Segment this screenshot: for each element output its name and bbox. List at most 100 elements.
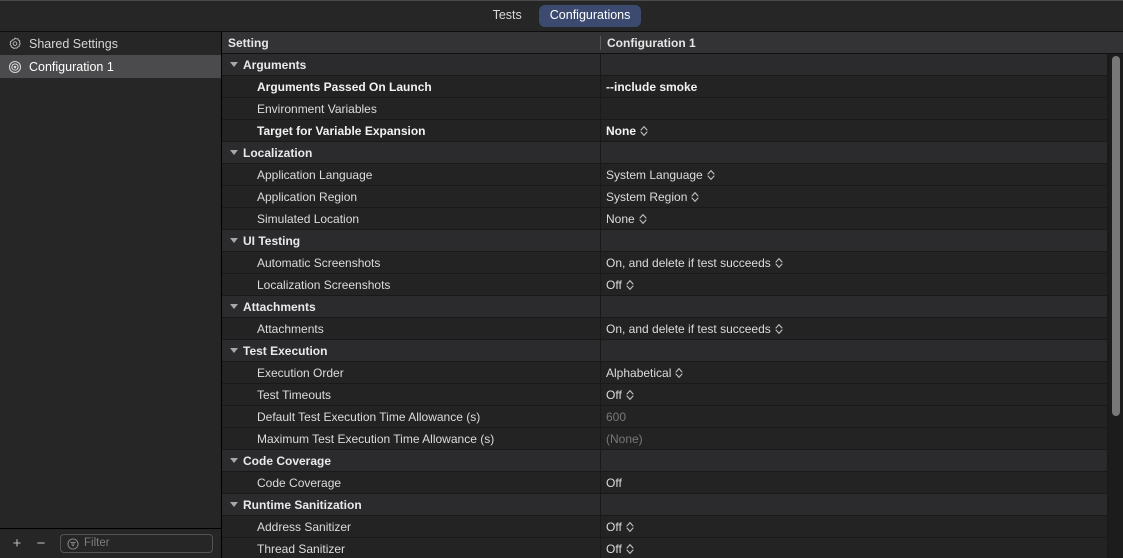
- setting-value-cell[interactable]: System Language: [600, 168, 1123, 182]
- setting-value-cell[interactable]: --include smoke: [600, 80, 1123, 94]
- setting-value-cell[interactable]: 600: [600, 410, 1123, 424]
- stepper-chevrons-icon[interactable]: [675, 367, 683, 379]
- stepper-chevrons-icon[interactable]: [626, 543, 634, 555]
- setting-value-text: Off: [606, 475, 622, 490]
- stepper-chevrons-icon[interactable]: [691, 191, 699, 203]
- settings-table-body: Arguments Arguments Passed On Launch --inc…: [222, 54, 1123, 558]
- settings-row[interactable]: Execution Order Alphabetical: [222, 362, 1123, 384]
- setting-value-text: On, and delete if test succeeds: [606, 255, 771, 270]
- setting-value-text: System Language: [606, 167, 703, 182]
- disclosure-triangle-icon[interactable]: [230, 238, 238, 243]
- setting-value-text: Alphabetical: [606, 365, 672, 380]
- setting-value-text: None: [606, 123, 636, 138]
- group-label: Arguments: [243, 57, 307, 72]
- disclosure-triangle-icon[interactable]: [230, 150, 238, 155]
- stepper-chevrons-icon[interactable]: [640, 125, 648, 137]
- stepper-chevrons-icon[interactable]: [775, 257, 783, 269]
- setting-value-cell[interactable]: On, and delete if test succeeds: [600, 322, 1123, 336]
- tab-tests[interactable]: Tests: [482, 5, 533, 27]
- setting-name-cell: Address Sanitizer: [257, 519, 352, 534]
- settings-row[interactable]: Maximum Test Execution Time Allowance (s…: [222, 428, 1123, 450]
- sidebar-item-configuration-1[interactable]: Configuration 1: [0, 55, 221, 78]
- column-header-setting[interactable]: Setting: [222, 36, 600, 50]
- settings-row[interactable]: Test Timeouts Off: [222, 384, 1123, 406]
- setting-name-cell: Code Coverage: [257, 475, 342, 490]
- settings-pane: Setting Configuration 1 Arguments Argumen…: [222, 32, 1123, 558]
- disclosure-triangle-icon[interactable]: [230, 502, 238, 507]
- remove-configuration-button[interactable]: −: [30, 534, 52, 554]
- setting-name-cell: Attachments: [257, 321, 324, 336]
- setting-value-cell[interactable]: (None): [600, 432, 1123, 446]
- settings-group-row[interactable]: Arguments: [222, 54, 1123, 76]
- disclosure-triangle-icon[interactable]: [230, 62, 238, 67]
- setting-value-cell[interactable]: System Region: [600, 190, 1123, 204]
- settings-row[interactable]: Localization Screenshots Off: [222, 274, 1123, 296]
- settings-group-row[interactable]: UI Testing: [222, 230, 1123, 252]
- sidebar-item-label: Configuration 1: [29, 59, 114, 74]
- disclosure-triangle-icon[interactable]: [230, 458, 238, 463]
- stepper-chevrons-icon[interactable]: [626, 389, 634, 401]
- settings-row[interactable]: Arguments Passed On Launch --include smok…: [222, 76, 1123, 98]
- gear-icon: [9, 37, 21, 49]
- settings-group-row[interactable]: Attachments: [222, 296, 1123, 318]
- settings-group-row[interactable]: Code Coverage: [222, 450, 1123, 472]
- group-label: Localization: [243, 145, 313, 160]
- settings-row[interactable]: Environment Variables: [222, 98, 1123, 120]
- setting-name-cell: Target for Variable Expansion: [257, 123, 426, 138]
- target-icon: [8, 60, 22, 73]
- filter-input[interactable]: Filter: [60, 534, 213, 553]
- stepper-chevrons-icon[interactable]: [626, 521, 634, 533]
- stepper-chevrons-icon[interactable]: [707, 169, 715, 181]
- settings-row[interactable]: Automatic Screenshots On, and delete if t…: [222, 252, 1123, 274]
- group-label: Attachments: [243, 299, 316, 314]
- editor-body: Shared Settings Configuration 1 + − Filt…: [0, 32, 1123, 558]
- settings-group-row[interactable]: Localization: [222, 142, 1123, 164]
- settings-row[interactable]: Thread Sanitizer Off: [222, 538, 1123, 558]
- setting-name-cell: Maximum Test Execution Time Allowance (s…: [257, 431, 495, 446]
- setting-value-cell[interactable]: Off: [600, 388, 1123, 402]
- vertical-scrollbar-thumb[interactable]: [1112, 56, 1120, 416]
- sidebar-item-shared-settings[interactable]: Shared Settings: [0, 32, 221, 55]
- setting-value-cell[interactable]: On, and delete if test succeeds: [600, 256, 1123, 270]
- tab-configurations[interactable]: Configurations: [538, 5, 642, 27]
- setting-name-cell: Default Test Execution Time Allowance (s…: [257, 409, 481, 424]
- setting-value-cell[interactable]: Off: [600, 542, 1123, 556]
- stepper-chevrons-icon[interactable]: [626, 279, 634, 291]
- settings-row[interactable]: Application Region System Region: [222, 186, 1123, 208]
- vertical-scrollbar[interactable]: [1107, 54, 1123, 558]
- settings-group-row[interactable]: Test Execution: [222, 340, 1123, 362]
- disclosure-triangle-icon[interactable]: [230, 304, 238, 309]
- setting-name-cell: Environment Variables: [257, 101, 377, 116]
- settings-row[interactable]: Code Coverage Off: [222, 472, 1123, 494]
- settings-row[interactable]: Target for Variable Expansion None: [222, 120, 1123, 142]
- group-name-cell: Test Execution: [222, 344, 600, 358]
- disclosure-triangle-icon[interactable]: [230, 348, 238, 353]
- setting-value-cell[interactable]: None: [600, 212, 1123, 226]
- editor-tab-bar: Tests Configurations: [0, 0, 1123, 32]
- group-label: Code Coverage: [243, 453, 332, 468]
- settings-row[interactable]: Address Sanitizer Off: [222, 516, 1123, 538]
- setting-value-text: Off: [606, 519, 622, 534]
- stepper-chevrons-icon[interactable]: [639, 213, 647, 225]
- setting-value-cell[interactable]: Off: [600, 278, 1123, 292]
- group-name-cell: Localization: [222, 146, 600, 160]
- settings-row[interactable]: Default Test Execution Time Allowance (s…: [222, 406, 1123, 428]
- setting-value-cell[interactable]: Alphabetical: [600, 366, 1123, 380]
- setting-name-cell: Test Timeouts: [257, 387, 332, 402]
- setting-value-cell[interactable]: Off: [600, 520, 1123, 534]
- setting-value-cell[interactable]: Off: [600, 476, 1123, 490]
- settings-row[interactable]: Simulated Location None: [222, 208, 1123, 230]
- stepper-chevrons-icon[interactable]: [775, 323, 783, 335]
- test-plan-configurations-editor: Tests Configurations Shared Settings Con…: [0, 0, 1123, 558]
- settings-row[interactable]: Attachments On, and delete if test succee…: [222, 318, 1123, 340]
- settings-group-row[interactable]: Runtime Sanitization: [222, 494, 1123, 516]
- configurations-sidebar: Shared Settings Configuration 1 + − Filt…: [0, 32, 222, 558]
- setting-value-text: System Region: [606, 189, 688, 204]
- setting-value-cell[interactable]: None: [600, 124, 1123, 138]
- group-name-cell: Runtime Sanitization: [222, 498, 600, 512]
- add-configuration-button[interactable]: +: [6, 534, 28, 554]
- group-label: Runtime Sanitization: [243, 497, 362, 512]
- setting-name-cell: Simulated Location: [257, 211, 360, 226]
- settings-row[interactable]: Application Language System Language: [222, 164, 1123, 186]
- column-header-configuration-1[interactable]: Configuration 1: [600, 35, 1105, 50]
